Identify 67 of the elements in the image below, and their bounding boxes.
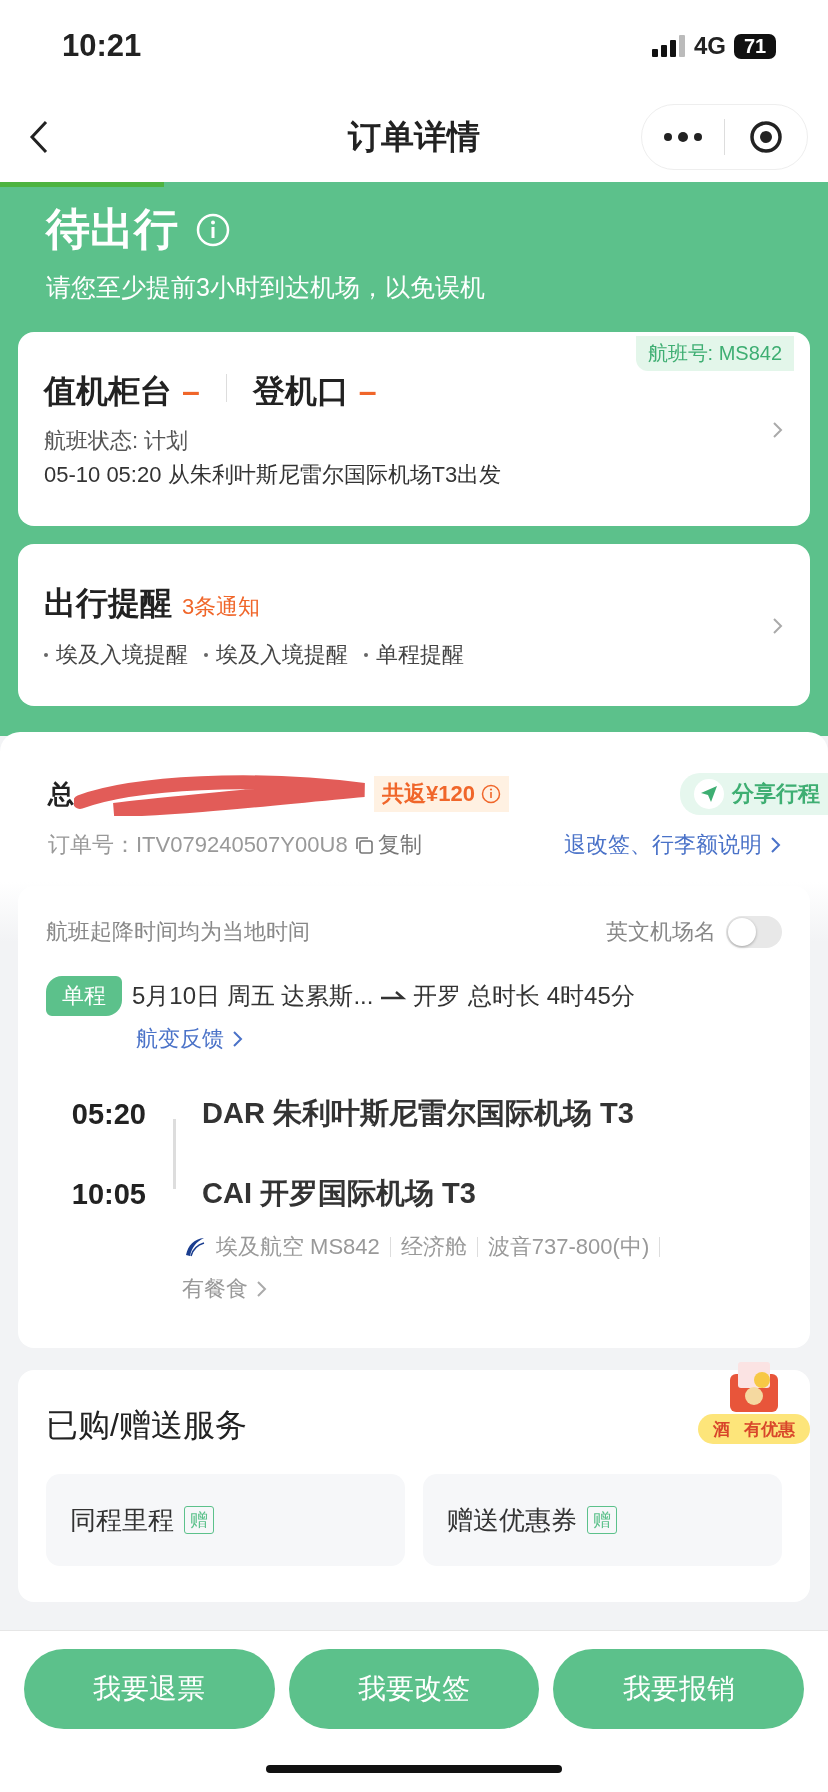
checkin-value: – [182, 373, 200, 410]
checkin-label: 值机柜台 [44, 372, 172, 411]
promo-text: 有优惠 [744, 1418, 795, 1441]
toggle-switch[interactable] [726, 916, 782, 948]
share-button[interactable]: 分享行程 [680, 773, 828, 815]
network-label: 4G [694, 32, 726, 60]
service-item[interactable]: 同程里程 赠 [46, 1474, 405, 1566]
feedback-link[interactable]: 航变反馈 [136, 1024, 244, 1054]
toggle-label: 英文机场名 [606, 918, 716, 946]
meal-link[interactable]: 有餐食 [182, 1274, 268, 1304]
rules-link[interactable]: 退改签、行李额说明 [564, 830, 782, 860]
trip-type-tag: 单程 [46, 976, 122, 1016]
service-item[interactable]: 赠送优惠券 赠 [423, 1474, 782, 1566]
order-number-label: 订单号： [48, 831, 136, 859]
route-summary: 开罗 总时长 4时45分 [413, 981, 635, 1011]
flight-card[interactable]: 航班号: MS842 值机柜台 – 登机口 – 航班状态: 计划 05-10 05:20 从朱利叶斯尼雷尔国际机场T3出发 [18, 332, 810, 526]
flight-detail: 波音737-800(中) [487, 1233, 650, 1261]
battery-level: 71 [734, 33, 776, 59]
notice-text: 请您至少提前3小时到达机场，以免误机 [45, 272, 486, 303]
chevron-icon [770, 616, 784, 636]
clock-time: 10:21 [62, 28, 142, 64]
status-title: 待出行 [46, 203, 178, 255]
more-icon [663, 131, 703, 143]
chevron-icon [230, 1029, 244, 1049]
gate-value: – [358, 373, 377, 410]
bullet-icon [364, 653, 368, 657]
order-number: ITV079240507Y00U8 [136, 832, 348, 858]
copy-button[interactable]: 复制 [353, 830, 422, 860]
gift-tag: 赠 [184, 1506, 214, 1534]
reminder-item: 埃及入境提醒 [216, 641, 348, 669]
time-note: 航班起降时间均为当地时间 [46, 918, 310, 946]
reminder-item: 埃及入境提醒 [56, 641, 188, 669]
record-icon [749, 120, 783, 154]
service-name: 同程里程 [70, 1503, 174, 1537]
page-title: 订单详情 [348, 116, 480, 157]
gift-tag: 赠 [587, 1506, 617, 1534]
bullet-icon [44, 653, 48, 657]
back-icon [28, 119, 50, 155]
departure-info: 05-10 05:20 从朱利叶斯尼雷尔国际机场T3出发 [44, 461, 503, 489]
reminder-title: 出行提醒 [44, 584, 172, 623]
info-icon [480, 784, 501, 804]
paper-plane-icon [694, 779, 724, 809]
departure-time: 05:20 [70, 1097, 146, 1131]
reminder-card[interactable]: 出行提醒 3条通知 埃及入境提醒 埃及入境提醒 单程提醒 [18, 544, 810, 706]
flight-detail: 经济舱 [400, 1233, 467, 1261]
route-summary: 5月10日 周五 达累斯... [132, 981, 374, 1011]
section-title: 已购/赠送服务 [46, 1406, 247, 1445]
arrival-airport: CAI 开罗国际机场 T3 [202, 1176, 477, 1211]
bullet-icon [204, 653, 208, 657]
flight-detail: 埃及航空 MS842 [216, 1233, 380, 1261]
chevron-icon [770, 420, 784, 440]
promo-text: 酒 [713, 1418, 730, 1441]
chevron-icon [768, 835, 782, 855]
notice-count: 3条通知 [182, 593, 261, 621]
total-label: 总 [48, 777, 74, 811]
chevron-icon [254, 1279, 268, 1299]
departure-airport: DAR 朱利叶斯尼雷尔国际机场 T3 [202, 1096, 635, 1131]
signal-icon [652, 35, 686, 57]
back-button[interactable] [28, 119, 50, 155]
flight-status: 航班状态: 计划 [44, 427, 190, 455]
gate-label: 登机口 [252, 372, 349, 411]
copy-icon [353, 835, 374, 855]
arrival-time: 10:05 [70, 1177, 146, 1211]
reminder-item: 单程提醒 [376, 641, 464, 669]
rebate-text: 共返¥120 [382, 780, 475, 808]
flight-number: 航班号: MS842 [635, 336, 794, 371]
service-name: 赠送优惠券 [447, 1503, 577, 1537]
